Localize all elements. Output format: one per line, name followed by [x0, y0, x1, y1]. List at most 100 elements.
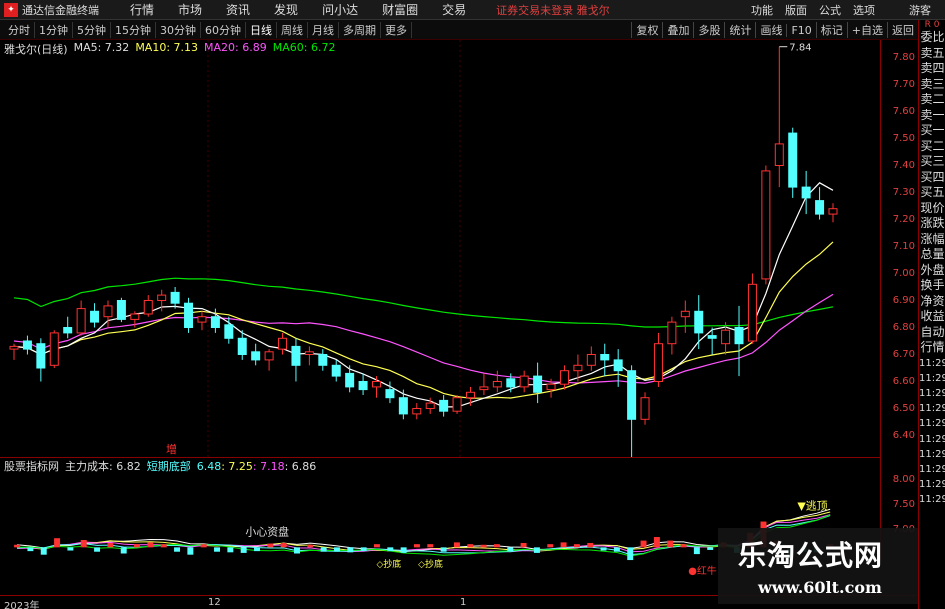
- candle[interactable]: [9, 343, 19, 360]
- side-panel-item[interactable]: 委比: [919, 30, 945, 46]
- candle[interactable]: [640, 392, 650, 425]
- side-panel-item[interactable]: 行情: [919, 340, 945, 356]
- menu-item-wenxiaoda[interactable]: 问小达: [310, 1, 370, 18]
- side-panel-item[interactable]: 换手: [919, 278, 945, 294]
- tab-5min[interactable]: 5分钟: [73, 21, 111, 38]
- tab-more[interactable]: 更多: [381, 21, 412, 38]
- back-button[interactable]: 返回: [887, 22, 918, 38]
- candle[interactable]: [170, 287, 180, 309]
- side-panel-item[interactable]: 买四: [919, 170, 945, 186]
- candle[interactable]: [533, 362, 543, 404]
- candle[interactable]: [251, 343, 261, 366]
- candle[interactable]: [600, 343, 610, 377]
- side-panel-item[interactable]: 卖一: [919, 108, 945, 124]
- menu-item-shichang[interactable]: 市场: [166, 1, 214, 18]
- side-panel-item[interactable]: 涨幅: [919, 232, 945, 248]
- tab-fenshi[interactable]: 分时: [4, 21, 35, 38]
- side-panel-item[interactable]: 卖五: [919, 46, 945, 62]
- candle[interactable]: [815, 187, 825, 220]
- side-panel-item[interactable]: 收益: [919, 309, 945, 325]
- candle[interactable]: [197, 311, 207, 331]
- candle[interactable]: [452, 395, 462, 414]
- candle[interactable]: [143, 295, 153, 317]
- candle[interactable]: [90, 303, 100, 328]
- candle[interactable]: [372, 376, 382, 398]
- side-panel-item[interactable]: 总量: [919, 247, 945, 263]
- candle[interactable]: [761, 165, 771, 285]
- candle[interactable]: [573, 354, 583, 382]
- candle[interactable]: [559, 365, 569, 390]
- f10-button[interactable]: F10: [786, 23, 815, 37]
- menu-item-xuanxiang[interactable]: 选项: [847, 2, 881, 18]
- candle[interactable]: [774, 46, 784, 188]
- candle[interactable]: [680, 300, 690, 333]
- candle[interactable]: [734, 305, 744, 377]
- menu-item-youke[interactable]: 游客: [903, 2, 937, 18]
- candle[interactable]: [492, 370, 502, 393]
- side-panel-item[interactable]: 现价: [919, 201, 945, 217]
- candle[interactable]: [318, 349, 328, 371]
- candle[interactable]: [278, 332, 288, 355]
- side-panel-item[interactable]: 外盘: [919, 263, 945, 279]
- candle[interactable]: [519, 370, 529, 393]
- candle[interactable]: [76, 300, 86, 336]
- candle[interactable]: [586, 346, 596, 371]
- tab-monthly[interactable]: 月线: [308, 21, 339, 38]
- candle[interactable]: [116, 297, 126, 323]
- side-panel-item[interactable]: 买三: [919, 154, 945, 170]
- candle[interactable]: [36, 338, 46, 382]
- candle[interactable]: [331, 359, 341, 382]
- side-panel-item[interactable]: 卖四: [919, 61, 945, 77]
- tab-15min[interactable]: 15分钟: [111, 21, 156, 38]
- candle[interactable]: [667, 316, 677, 355]
- login-notice[interactable]: 证券交易未登录 雅戈尔: [496, 2, 610, 18]
- menu-item-faxian[interactable]: 发现: [262, 1, 310, 18]
- candle[interactable]: [345, 365, 355, 393]
- tab-daily[interactable]: 日线: [246, 21, 277, 38]
- draw-line-button[interactable]: 画线: [755, 22, 786, 38]
- tab-multi-period[interactable]: 多周期: [339, 21, 381, 38]
- candle[interactable]: [653, 332, 663, 387]
- candle[interactable]: [412, 403, 422, 420]
- overlay-button[interactable]: 叠加: [662, 22, 693, 38]
- side-panel-item[interactable]: 净资: [919, 294, 945, 310]
- tab-1min[interactable]: 1分钟: [35, 21, 73, 38]
- tab-60min[interactable]: 60分钟: [201, 21, 246, 38]
- menu-item-gongshi[interactable]: 公式: [813, 2, 847, 18]
- candle[interactable]: [747, 273, 757, 344]
- candle[interactable]: [801, 170, 811, 215]
- menu-item-jiaoyi[interactable]: 交易: [430, 1, 478, 18]
- fuquan-button[interactable]: 复权: [631, 22, 662, 38]
- menu-item-banmian[interactable]: 版面: [779, 2, 813, 18]
- candle[interactable]: [694, 295, 704, 350]
- menu-item-caifuquan[interactable]: 财富圈: [370, 1, 430, 18]
- candle[interactable]: [479, 373, 489, 395]
- candle[interactable]: [627, 365, 637, 457]
- candle[interactable]: [291, 338, 301, 382]
- candle[interactable]: [788, 127, 798, 198]
- candle[interactable]: [22, 335, 32, 355]
- candle[interactable]: [398, 389, 408, 420]
- side-panel-item[interactable]: 买二: [919, 139, 945, 155]
- menu-item-gongneng[interactable]: 功能: [745, 2, 779, 18]
- candle[interactable]: [63, 316, 73, 339]
- side-panel-item[interactable]: 涨跌: [919, 216, 945, 232]
- side-panel-item[interactable]: 买一: [919, 123, 945, 139]
- kline-chart[interactable]: 7.846.30增: [0, 40, 880, 457]
- candle[interactable]: [264, 349, 274, 371]
- tab-weekly[interactable]: 周线: [277, 21, 308, 38]
- candle[interactable]: [184, 297, 194, 333]
- statistics-button[interactable]: 统计: [724, 22, 755, 38]
- menu-item-zixun[interactable]: 资讯: [214, 1, 262, 18]
- mark-button[interactable]: 标记: [815, 22, 847, 38]
- tab-30min[interactable]: 30分钟: [156, 21, 201, 38]
- candle[interactable]: [49, 330, 59, 368]
- menu-item-hangqing[interactable]: 行情: [118, 1, 166, 18]
- candle[interactable]: [439, 395, 449, 417]
- side-panel-item[interactable]: 自动: [919, 325, 945, 341]
- add-favorite-button[interactable]: +自选: [846, 22, 887, 38]
- side-panel-item[interactable]: 卖二: [919, 92, 945, 108]
- candle[interactable]: [358, 373, 368, 395]
- multi-stock-button[interactable]: 多股: [693, 22, 724, 38]
- side-panel-item[interactable]: 卖三: [919, 77, 945, 93]
